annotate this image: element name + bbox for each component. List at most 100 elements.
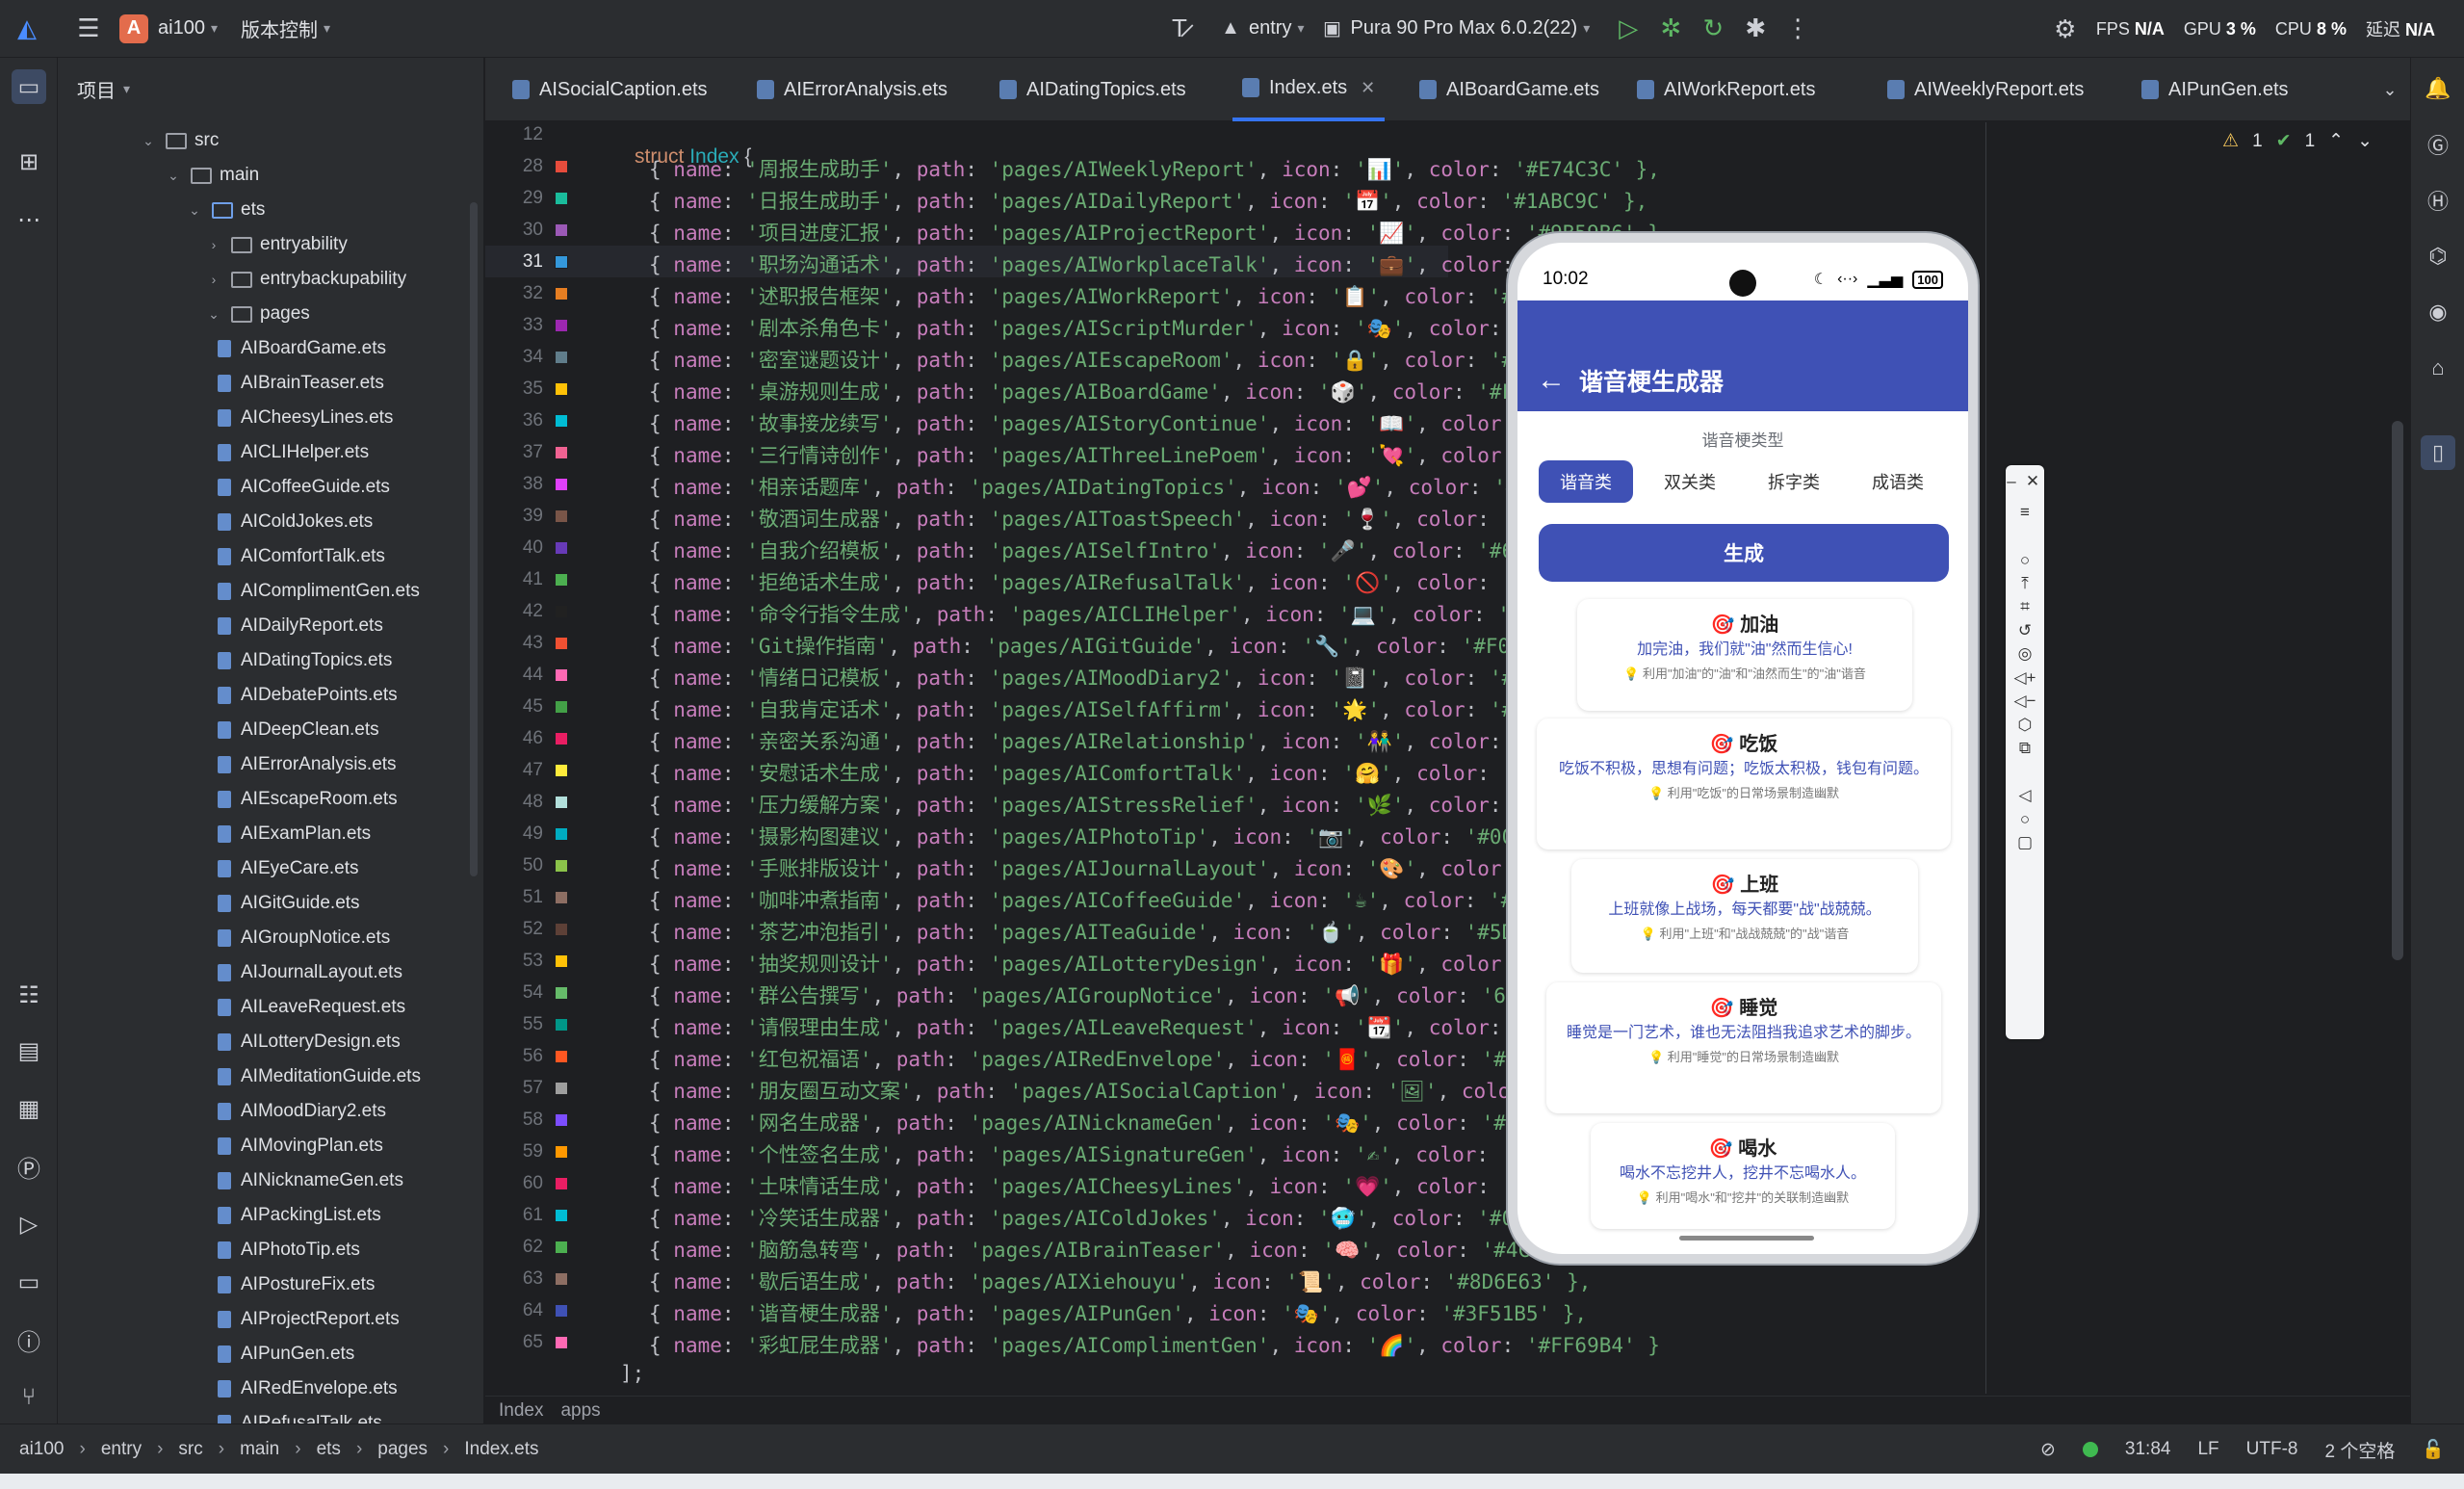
file-tree-item[interactable]: AIComplimentGen.ets [218,574,420,609]
cursor-position[interactable]: 31:84 [2125,1439,2171,1460]
chevron-down-icon[interactable]: ⌄ [204,306,223,323]
file-tree-item[interactable]: AIPhotoTip.ets [218,1233,360,1267]
chevron-down-icon[interactable]: ⌄ [185,202,204,219]
status-path-segment[interactable]: entry [101,1439,142,1460]
color-swatch[interactable] [555,509,568,523]
pun-type-chip[interactable]: 双关类 [1643,460,1737,503]
run-icon[interactable]: ▷ [1607,8,1649,50]
color-swatch[interactable] [555,446,568,459]
folder-tree-item[interactable]: › entrybackupability [204,262,406,297]
pun-card[interactable]: 🎯 加油 加完油，我们就"油"然而生信心! 💡 利用"加油"的"油"和"油然而生"的… [1577,599,1912,711]
color-swatch[interactable] [555,1050,568,1063]
run-panel-icon[interactable]: ▷ [12,1207,46,1241]
color-swatch[interactable] [555,764,568,777]
file-tree-item[interactable]: AINicknameGen.ets [218,1163,403,1198]
todo-icon[interactable]: ☷ [12,978,46,1012]
color-swatch[interactable] [555,859,568,873]
chevron-up-icon[interactable]: ⌃ [2328,130,2344,152]
build-hammer-icon[interactable]: T̷ [1158,8,1201,50]
profiler-p-icon[interactable]: Ⓟ [12,1149,46,1184]
file-tree-item[interactable]: AIEscapeRoom.ets [218,782,398,817]
editor-tab[interactable]: AIWorkReport.ets [1627,58,1825,121]
assistant-robot-icon[interactable]: ⌂ [2421,351,2455,385]
file-tree-item[interactable]: AICLIHelper.ets [218,435,369,470]
project-name[interactable]: ai100 [158,17,205,39]
file-tree-item[interactable]: AIBrainTeaser.ets [218,366,384,401]
folder-tree-item[interactable]: ⌄ ets [185,193,265,227]
file-encoding[interactable]: UTF-8 [2246,1439,2298,1460]
pun-card[interactable]: 🎯 睡觉 睡觉是一门艺术，谁也无法阻挡我追求艺术的脚步。 💡 利用"睡觉"的日常场景… [1546,982,1941,1113]
database-icon[interactable]: ⌬ [2421,239,2455,274]
tab-overflow-chevron-icon[interactable]: ⌄ [2369,68,2411,111]
file-tree-item[interactable]: AIPostureFix.ets [218,1267,375,1302]
status-path-segment[interactable]: Index.ets [464,1439,538,1460]
file-tree-item[interactable]: AIDatingTopics.ets [218,643,392,678]
file-tree-item[interactable]: AIDeepClean.ets [218,713,379,747]
file-tree-item[interactable]: AIEyeCare.ets [218,851,359,886]
lock-icon[interactable]: 🔓 [2422,1438,2445,1461]
chevron-right-icon[interactable]: › [204,272,223,287]
breadcrumb-item[interactable]: Index [499,1400,543,1422]
preview-eye-icon[interactable]: ◉ [2421,295,2455,329]
file-tree-item[interactable]: AILotteryDesign.ets [218,1025,401,1059]
menu-icon[interactable]: ≡ [2006,498,2044,527]
breadcrumb-item[interactable]: apps [560,1400,600,1422]
color-swatch[interactable] [555,986,568,1000]
file-tree-item[interactable]: AIRefusalTalk.ets [218,1406,382,1424]
color-swatch[interactable] [555,192,568,205]
editor-tab[interactable]: AIBoardGame.ets [1410,58,1609,121]
project-folder-icon[interactable]: ▭ [12,69,46,104]
color-swatch[interactable] [555,1272,568,1286]
color-swatch[interactable] [555,1177,568,1190]
main-menu-icon[interactable]: ☰ [67,8,110,50]
file-tree-item[interactable]: AIProjectReport.ets [218,1302,400,1337]
color-swatch[interactable] [555,923,568,936]
color-swatch[interactable] [555,351,568,364]
color-swatch[interactable] [555,478,568,491]
chevron-down-icon[interactable]: ▾ [123,81,130,97]
pun-type-chip[interactable]: 生 [1955,460,1968,503]
device-screen[interactable]: 10:02 ☾ ‹··› ▁▃▅ 100 ← 谐音梗生成器 谐音梗类型 谐音类双… [1517,243,1968,1254]
chevron-down-icon[interactable]: ▾ [324,20,330,37]
device-selector[interactable]: Pura 90 Pro Max 6.0.2(22) [1351,17,1578,39]
generate-button[interactable]: 生成 [1539,524,1949,582]
color-swatch[interactable] [555,319,568,332]
vcs-menu[interactable]: 版本控制 [241,14,318,42]
color-swatch[interactable] [555,668,568,682]
file-tree-item[interactable]: AIDebatePoints.ets [218,678,398,713]
color-swatch[interactable] [555,541,568,555]
folder-tree-item[interactable]: ⌄ pages [204,297,310,331]
harmony-icon[interactable]: Ⓗ [2421,183,2455,218]
file-tree-item[interactable]: AIColdJokes.ets [218,505,373,539]
screenshot-icon[interactable]: ⧉ [2006,734,2044,763]
chevron-down-icon[interactable]: ▾ [1297,20,1304,37]
terminal-icon[interactable]: ▭ [12,1265,46,1299]
pun-type-chip[interactable]: 拆字类 [1747,460,1841,503]
layers-icon[interactable]: ▦ [12,1091,46,1126]
more-options-icon[interactable]: ⋮ [1777,8,1819,50]
color-swatch[interactable] [555,732,568,745]
editor-tab[interactable]: AIPunGen.ets [2132,58,2298,121]
chevron-right-icon[interactable]: › [204,237,223,252]
status-path-segment[interactable]: ets [317,1439,341,1460]
project-scrollbar[interactable] [470,202,478,876]
color-swatch[interactable] [555,700,568,714]
file-tree-item[interactable]: AIJournalLayout.ets [218,955,402,990]
structure-icon[interactable]: ⊞ [12,144,46,179]
color-swatch[interactable] [555,637,568,650]
notifications-bell-icon[interactable]: 🔔 [2421,71,2455,106]
color-swatch[interactable] [555,1018,568,1032]
color-swatch[interactable] [555,954,568,968]
close-icon[interactable]: ✕ [2019,467,2046,496]
codegenie-icon[interactable]: Ⓖ [2421,127,2455,162]
apply-changes-icon[interactable]: ↻ [1692,8,1734,50]
color-swatch[interactable] [555,223,568,237]
home-indicator[interactable] [1679,1236,1814,1241]
status-path-segment[interactable]: src [178,1439,202,1460]
module-selector[interactable]: entry [1249,17,1291,39]
pun-type-chip[interactable]: 成语类 [1851,460,1945,503]
color-swatch[interactable] [555,1082,568,1095]
color-swatch[interactable] [555,1241,568,1254]
status-path-segment[interactable]: pages [377,1439,428,1460]
editor-tab[interactable]: AIDatingTopics.ets [990,58,1196,121]
